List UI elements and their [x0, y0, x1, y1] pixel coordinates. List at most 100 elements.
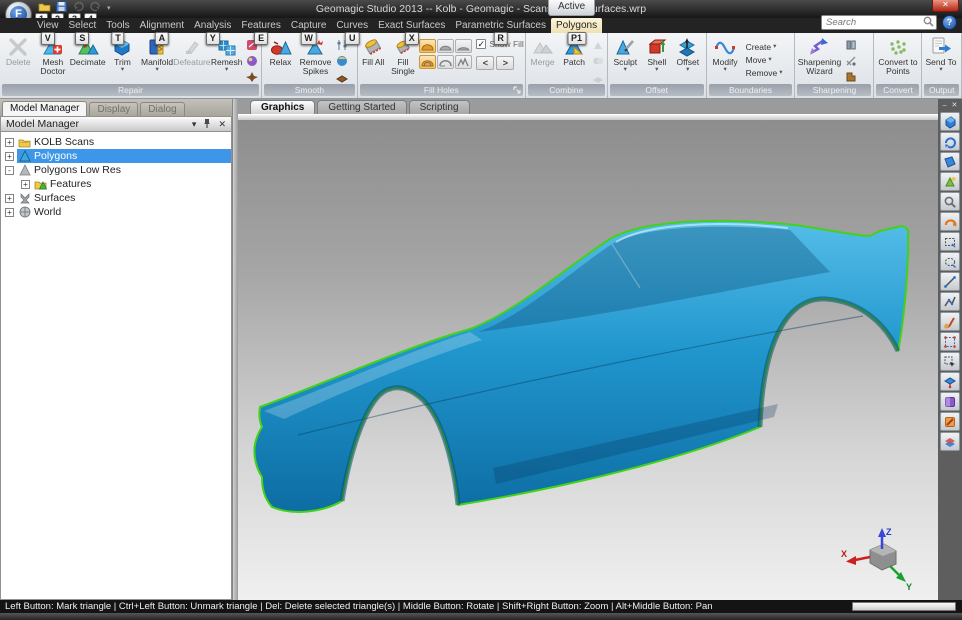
tree-expander-icon[interactable]: + — [21, 180, 30, 189]
pan-view-button[interactable] — [940, 152, 960, 171]
rotate-view-button[interactable] — [940, 132, 960, 151]
combine-small-tool-3-button[interactable] — [591, 69, 606, 84]
tab-dialog[interactable]: Dialog — [140, 102, 184, 116]
select-through-button[interactable] — [940, 432, 960, 451]
tree-item-world[interactable]: + World — [1, 205, 231, 219]
combine-small-tool-2-button[interactable] — [591, 53, 606, 68]
panel-title: Model Manager — [6, 118, 79, 130]
relax-button[interactable]: Relax — [263, 35, 298, 84]
flood-select-button[interactable] — [940, 372, 960, 391]
sharpening-small-tool-1-button[interactable] — [843, 37, 858, 52]
select-custom-region-button[interactable] — [940, 332, 960, 351]
tab-capture[interactable]: CaptureW — [286, 18, 332, 33]
sharpening-wizard-button[interactable]: Sharpening Wizard — [796, 35, 842, 84]
tab-alignment[interactable]: AlignmentA — [135, 18, 189, 33]
help-button[interactable]: ? — [942, 15, 957, 30]
tab-select[interactable]: SelectS — [64, 18, 102, 33]
brush-select-button[interactable] — [940, 412, 960, 431]
status-bar: Left Button: Mark triangle | Ctrl+Left B… — [0, 600, 962, 613]
tree-expander-icon[interactable]: - — [5, 166, 14, 175]
panel-close-icon[interactable]: ✕ — [218, 120, 226, 129]
delete-button[interactable]: Delete — [1, 35, 36, 84]
modify-button[interactable]: Modify▾ — [708, 35, 743, 84]
tree-item-kolb-scans[interactable]: + KOLB Scans — [1, 135, 231, 149]
convert-to-points-icon — [887, 36, 909, 58]
view-orientation-button[interactable] — [940, 112, 960, 131]
tree-expander-icon[interactable]: + — [5, 152, 14, 161]
tab-exact-surfaces[interactable]: Exact SurfacesX — [373, 18, 450, 33]
tree-expander-icon[interactable]: + — [5, 208, 14, 217]
fill-partial-button[interactable] — [437, 55, 454, 69]
graphics-viewport[interactable]: Z X Y — [238, 120, 938, 600]
tab-analysis[interactable]: AnalysisY — [189, 18, 236, 33]
show-fill-checkbox[interactable]: ✓ — [476, 39, 486, 49]
select-rectangle-button[interactable] — [940, 232, 960, 251]
panel-menu-icon[interactable]: ▾ — [192, 120, 197, 129]
fill-holes-dialog-launcher-icon[interactable] — [513, 86, 521, 94]
repair-small-tool-3-button[interactable] — [245, 69, 260, 84]
tab-scripting[interactable]: Scripting — [409, 100, 470, 114]
child-minimize-icon[interactable]: – — [943, 102, 947, 109]
tab-graphics[interactable]: Graphics — [250, 100, 315, 114]
fill-flat-button[interactable] — [455, 39, 472, 53]
fill-complete-button[interactable] — [419, 55, 436, 69]
combine-small-tool-1-button[interactable] — [591, 37, 606, 52]
tab-display[interactable]: Display — [89, 102, 138, 116]
select-ellipse-button[interactable] — [940, 252, 960, 271]
create-boundary-menu-button[interactable]: Create▾ — [746, 42, 783, 52]
window-close-button[interactable]: ✕ — [932, 0, 959, 12]
select-line-button[interactable] — [940, 272, 960, 291]
select-polyline-button[interactable] — [940, 292, 960, 311]
tree-expander-icon[interactable]: + — [5, 194, 14, 203]
tab-view[interactable]: ViewV — [32, 18, 64, 33]
tab-polygons[interactable]: PolygonsP1 — [551, 18, 602, 33]
select-paintbrush-button[interactable] — [940, 312, 960, 331]
sculpt-button[interactable]: Sculpt▾ — [609, 35, 642, 84]
tab-tools[interactable]: ToolsT — [101, 18, 134, 33]
tree-item-surfaces[interactable]: + Surfaces — [1, 191, 231, 205]
car-model[interactable] — [238, 120, 938, 600]
dropdown-icon: ▾ — [773, 44, 776, 50]
tab-getting-started[interactable]: Getting Started — [317, 100, 406, 114]
tab-curves[interactable]: CurvesU — [331, 18, 373, 33]
send-to-button[interactable]: Send To▾ — [923, 35, 958, 84]
fill-curvature-button[interactable] — [419, 39, 436, 53]
tree-item-polygons-low-res[interactable]: - Polygons Low Res — [1, 163, 231, 177]
fill-tangent-button[interactable] — [437, 39, 454, 53]
search-icon[interactable] — [923, 14, 934, 32]
merge-button[interactable]: Merge — [527, 35, 559, 84]
offset-button[interactable]: Offset▾ — [672, 35, 704, 84]
move-boundary-menu-button[interactable]: Move▾ — [746, 55, 783, 65]
search-input[interactable] — [822, 17, 923, 28]
repair-small-tool-2-button[interactable] — [245, 53, 260, 68]
convert-to-points-button[interactable]: Convert to Points — [875, 35, 920, 84]
next-hole-button[interactable]: > — [496, 56, 514, 70]
group-label-sharpening: Sharpening — [797, 84, 871, 96]
tab-parametric-surfaces[interactable]: Parametric SurfacesR — [450, 18, 551, 33]
pin-icon[interactable] — [203, 118, 211, 130]
fill-all-button[interactable]: Fill All — [359, 35, 388, 84]
tree-expander-icon[interactable]: + — [5, 138, 14, 147]
spin-view-button[interactable] — [940, 212, 960, 231]
previous-hole-button[interactable]: < — [476, 56, 494, 70]
tab-features[interactable]: FeaturesE — [236, 18, 285, 33]
tree-item-polygons[interactable]: + Polygons — [1, 149, 231, 163]
select-pointer-button[interactable] — [940, 352, 960, 371]
shell-button[interactable]: Shell▾ — [642, 35, 672, 84]
sharpening-small-tool-2-button[interactable] — [843, 53, 858, 68]
defeature-button[interactable]: Defeature — [174, 35, 209, 84]
fill-bridge-button[interactable] — [455, 55, 472, 69]
tree-item-features[interactable]: + Features — [1, 177, 231, 191]
smooth-small-tool-2-button[interactable] — [334, 53, 349, 68]
zoom-view-button[interactable] — [940, 172, 960, 191]
zoom-window-button[interactable] — [940, 192, 960, 211]
search-box[interactable] — [821, 15, 937, 30]
child-close-icon[interactable]: ✕ — [952, 101, 958, 109]
group-label-smooth: Smooth — [264, 84, 355, 96]
tab-model-manager[interactable]: Model Manager — [2, 101, 87, 116]
backface-select-button[interactable] — [940, 392, 960, 411]
smooth-small-tool-3-button[interactable] — [334, 69, 349, 84]
sharpening-small-tool-3-button[interactable] — [843, 69, 858, 84]
remove-boundary-menu-button[interactable]: Remove▾ — [746, 68, 783, 78]
z-axis-arrowhead — [878, 528, 886, 537]
